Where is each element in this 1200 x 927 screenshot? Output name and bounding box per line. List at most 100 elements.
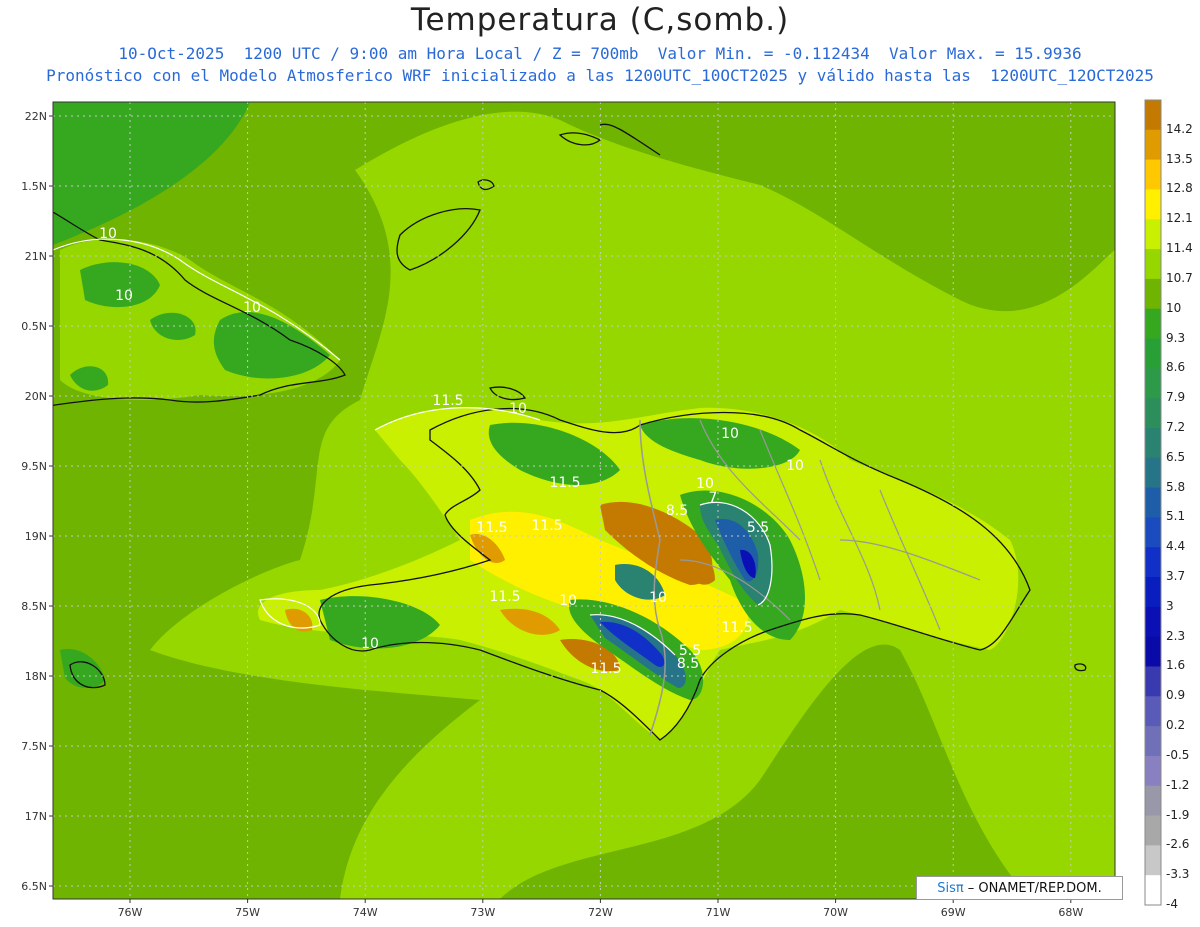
colorbar-label: 0.9 <box>1166 688 1186 703</box>
colorbar-label: 11.4 <box>1166 241 1193 256</box>
colorbar-swatch <box>1145 636 1161 667</box>
contour-label: 11.5 <box>476 520 507 536</box>
colorbar-label: 6.5 <box>1166 449 1186 464</box>
colorbar <box>1144 99 1162 906</box>
credit-box: Sisπ – ONAMET/REP.DOM. <box>916 876 1123 900</box>
colorbar-swatch <box>1145 100 1161 131</box>
colorbar-label: 10 <box>1166 300 1182 315</box>
latitude-label: 1.5N <box>21 180 47 193</box>
contour-label: 10 <box>721 426 739 442</box>
contour-label: 5.5 <box>679 643 701 659</box>
colorbar-label: 2.3 <box>1166 628 1186 643</box>
contour-label: 10 <box>786 458 804 474</box>
contour-label: 10 <box>115 288 133 304</box>
colorbar-swatch <box>1145 457 1161 489</box>
contour-label: 11.5 <box>721 620 752 636</box>
contour-label: 10 <box>361 636 379 652</box>
colorbar-label: -2.6 <box>1166 837 1190 852</box>
colorbar-swatch <box>1145 427 1161 459</box>
colorbar-label: -3.3 <box>1166 867 1190 882</box>
contour-label: 11.5 <box>590 661 621 677</box>
colorbar-label: -1.2 <box>1166 777 1190 792</box>
colorbar-label: 12.1 <box>1166 211 1193 226</box>
colorbar-swatch <box>1145 219 1161 250</box>
colorbar-label: -0.5 <box>1166 747 1190 762</box>
longitude-label: 73W <box>470 906 495 919</box>
colorbar-swatch <box>1145 606 1161 638</box>
colorbar-swatch <box>1145 159 1161 190</box>
colorbar-label: 10.7 <box>1166 270 1193 285</box>
colorbar-swatch <box>1145 398 1161 429</box>
longitude-label: 70W <box>823 906 848 919</box>
longitude-label: 74W <box>353 906 378 919</box>
latitude-label: 6.5N <box>21 880 47 893</box>
colorbar-swatch <box>1145 875 1161 906</box>
latitude-label: 17N <box>25 810 47 823</box>
longitude-label: 69W <box>941 906 966 919</box>
latitude-label: 21N <box>25 250 47 263</box>
colorbar-swatch <box>1145 129 1161 161</box>
latitude-label: 22N <box>25 110 47 123</box>
latitude-label: 20N <box>25 390 47 403</box>
colorbar-swatch <box>1145 547 1161 578</box>
contour-label: 5.5 <box>747 520 769 536</box>
colorbar-label: 5.8 <box>1166 479 1186 494</box>
colorbar-label: 7.9 <box>1166 390 1186 405</box>
contour-label: 7 <box>709 490 718 506</box>
longitude-label: 71W <box>706 906 731 919</box>
credit-organization: – ONAMET/REP.DOM. <box>967 880 1102 896</box>
latitude-label: 18N <box>25 670 47 683</box>
temperature-map: 22N 1.5N 21N 0.5N 20N 9.5N 19N 8.5N 18N 7.5N 17N 6.… <box>21 99 1162 919</box>
colorbar-label: 4.4 <box>1166 539 1186 554</box>
contour-label: 11.5 <box>489 589 520 605</box>
colorbar-swatch <box>1145 517 1161 548</box>
contour-label: 10 <box>243 300 261 316</box>
latitude-label: 9.5N <box>21 460 47 473</box>
colorbar-label: 1.6 <box>1166 658 1186 673</box>
colorbar-swatch <box>1145 726 1161 757</box>
contour-label: 10 <box>649 590 667 606</box>
colorbar-swatch <box>1145 845 1161 876</box>
contour-label: 11.5 <box>432 393 463 409</box>
colorbar-swatch <box>1145 249 1161 280</box>
colorbar-label: -1.9 <box>1166 807 1190 822</box>
colorbar-label: 3 <box>1166 598 1174 613</box>
colorbar-swatch <box>1145 189 1161 220</box>
colorbar-swatch <box>1145 338 1161 369</box>
colorbar-swatch <box>1145 666 1161 697</box>
colorbar-swatch <box>1145 815 1161 846</box>
credit-brand: Sisπ <box>937 880 964 896</box>
latitude-label: 8.5N <box>21 600 47 613</box>
contour-label: 11.5 <box>531 518 562 534</box>
colorbar-swatch <box>1145 308 1161 340</box>
colorbar-swatch <box>1145 755 1161 787</box>
longitude-labels: 76W 75W 74W 73W 72W 71W 70W 69W 68W <box>118 899 1083 919</box>
longitude-label: 68W <box>1058 906 1083 919</box>
latitude-label: 19N <box>25 530 47 543</box>
colorbar-label: 8.6 <box>1166 360 1186 375</box>
colorbar-label: 12.8 <box>1166 181 1193 196</box>
colorbar-label: -4 <box>1166 897 1178 911</box>
colorbar-label: 5.1 <box>1166 509 1186 524</box>
colorbar-label: 3.7 <box>1166 569 1186 584</box>
longitude-label: 72W <box>588 906 613 919</box>
latitude-label: 0.5N <box>21 320 47 333</box>
latitude-labels: 22N 1.5N 21N 0.5N 20N 9.5N 19N 8.5N 18N 7.5N 17N 6.… <box>21 110 53 893</box>
latitude-label: 7.5N <box>21 740 47 753</box>
contour-label: 8.5 <box>666 503 688 519</box>
colorbar-swatch <box>1145 487 1161 518</box>
colorbar-swatch <box>1145 368 1161 399</box>
contour-label: 10 <box>99 226 117 242</box>
longitude-label: 75W <box>235 906 260 919</box>
colorbar-label: 13.5 <box>1166 151 1193 166</box>
colorbar-label: 0.2 <box>1166 718 1186 733</box>
map-area <box>53 102 1115 899</box>
colorbar-label: 7.2 <box>1166 419 1186 434</box>
contour-label: 10 <box>509 401 527 417</box>
longitude-label: 76W <box>118 906 143 919</box>
colorbar-swatch <box>1145 785 1161 817</box>
colorbar-swatch <box>1145 577 1161 608</box>
colorbar-swatch <box>1145 696 1161 727</box>
colorbar-swatch <box>1145 278 1161 310</box>
colorbar-label: 14.2 <box>1166 121 1193 136</box>
